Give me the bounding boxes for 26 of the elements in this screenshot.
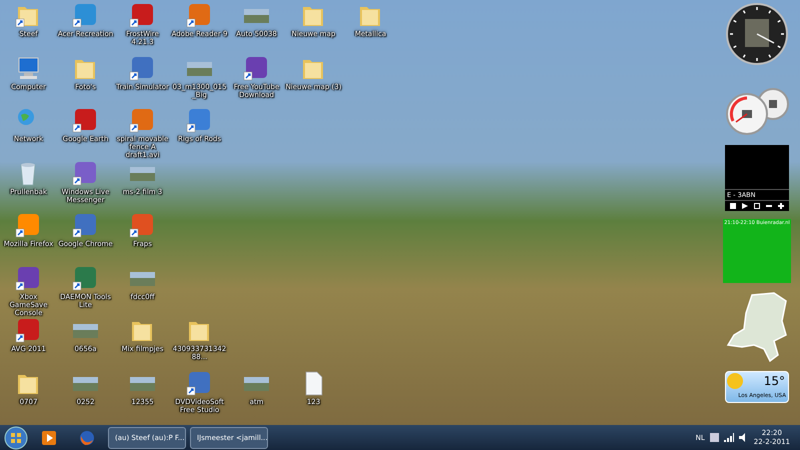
app-icon[interactable] [72,160,99,186]
app-icon[interactable] [72,264,99,292]
app-icon[interactable] [15,264,42,292]
app-icon[interactable] [129,2,156,29]
app-icon[interactable] [15,212,42,239]
app-icon[interactable] [129,212,156,239]
play-icon[interactable] [742,203,748,209]
meter-gadget [725,87,789,137]
app-icon[interactable] [186,2,213,29]
start-button[interactable] [4,426,28,450]
app-icon[interactable] [129,54,156,82]
sun-icon [726,372,744,390]
app-icon[interactable] [186,107,213,134]
plus-icon[interactable] [778,203,784,209]
app-icon[interactable] [186,370,213,396]
netherlands-map-gadget [724,291,790,363]
app-icon[interactable] [243,54,270,82]
app-icon[interactable] [129,107,156,134]
app-icon[interactable] [72,107,99,134]
app-icon[interactable] [72,212,99,239]
clock-gadget [726,3,788,65]
signal-icon[interactable] [724,433,734,442]
temperature: 15° [764,374,785,388]
app-icon[interactable] [15,317,42,344]
fullscreen-icon[interactable] [754,203,760,209]
app-icon[interactable] [72,2,99,29]
